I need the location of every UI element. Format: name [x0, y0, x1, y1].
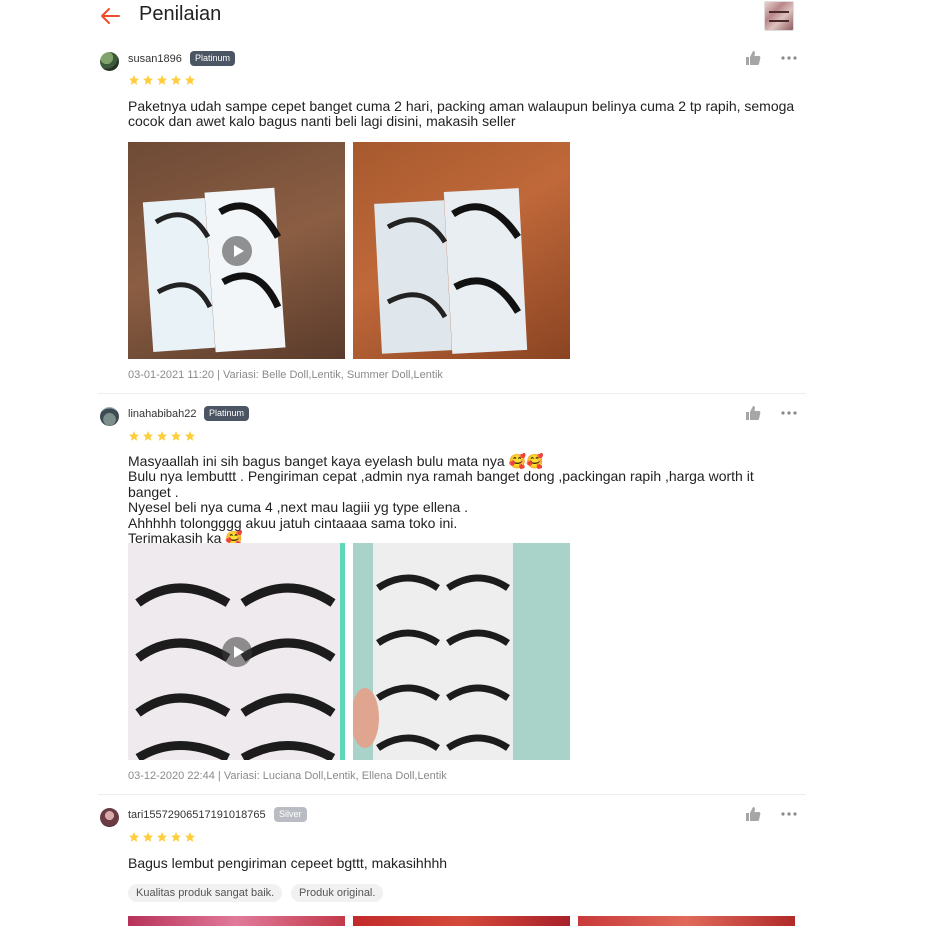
- star-icon: [157, 832, 167, 842]
- thumbs-up-icon[interactable]: [745, 405, 761, 421]
- star-icon: [129, 75, 139, 85]
- review-text: Masyaallah ini sih bagus banget kaya eye…: [128, 453, 754, 547]
- star-rating: [128, 74, 196, 86]
- review-text: Bagus lembut pengiriman cepeet bgttt, ma…: [128, 855, 448, 871]
- avatar[interactable]: [100, 808, 119, 827]
- review-photo[interactable]: [578, 916, 795, 926]
- review-username: susan1896: [128, 53, 182, 65]
- thumbs-up-icon[interactable]: [745, 50, 761, 66]
- review-tag: Kualitas produk sangat baik.: [128, 884, 283, 902]
- thumbs-up-icon[interactable]: [745, 806, 761, 822]
- star-rating: [128, 831, 196, 843]
- review-photo[interactable]: [353, 916, 570, 926]
- review-photo[interactable]: [128, 916, 345, 926]
- review-photo[interactable]: [353, 142, 570, 359]
- more-dots-icon[interactable]: [780, 55, 798, 61]
- review-meta: 03-01-2021 11:20 | Variasi: Belle Doll,L…: [128, 369, 443, 381]
- star-icon: [171, 832, 181, 842]
- play-icon[interactable]: [222, 236, 252, 266]
- review-username: tari15572906517191018765: [128, 809, 266, 821]
- review-video-thumbnail[interactable]: [128, 142, 345, 359]
- star-icon: [171, 75, 181, 85]
- status-badge: Silver: [274, 807, 307, 822]
- star-icon: [185, 75, 195, 85]
- avatar[interactable]: [100, 407, 119, 426]
- review-meta: 03-12-2020 22:44 | Variasi: Luciana Doll…: [128, 770, 447, 782]
- review-photo[interactable]: [353, 543, 570, 760]
- star-icon: [157, 431, 167, 441]
- star-rating: [128, 430, 196, 442]
- star-icon: [157, 75, 167, 85]
- arrow-left-icon[interactable]: [98, 4, 122, 28]
- star-icon: [143, 431, 153, 441]
- star-icon: [171, 431, 181, 441]
- avatar[interactable]: [100, 52, 119, 71]
- divider: [98, 794, 806, 795]
- review-tag: Produk original.: [291, 884, 384, 902]
- review-username: linahabibah22: [128, 408, 197, 420]
- status-badge: Platinum: [190, 51, 236, 66]
- divider: [98, 393, 806, 394]
- eyelash-product-image: [374, 188, 528, 354]
- star-icon: [129, 431, 139, 441]
- star-icon: [185, 431, 195, 441]
- status-badge: Platinum: [204, 406, 250, 421]
- top-bar: Penilaian: [0, 0, 926, 36]
- review-text: Paketnya udah sampe cepet banget cuma 2 …: [128, 98, 795, 130]
- play-icon[interactable]: [222, 637, 252, 667]
- star-icon: [129, 832, 139, 842]
- page-title: Penilaian: [139, 3, 222, 25]
- eyelash-product-image: [353, 543, 570, 760]
- star-icon: [185, 832, 195, 842]
- review-video-thumbnail[interactable]: [128, 543, 345, 760]
- more-dots-icon[interactable]: [780, 410, 798, 416]
- star-icon: [143, 75, 153, 85]
- product-thumbnail[interactable]: [764, 1, 794, 31]
- more-dots-icon[interactable]: [780, 811, 798, 817]
- star-icon: [143, 832, 153, 842]
